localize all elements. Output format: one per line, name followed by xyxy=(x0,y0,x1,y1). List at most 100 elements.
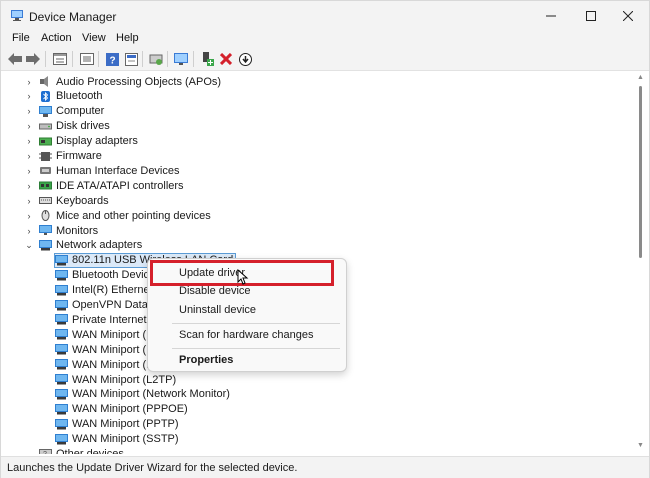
tree-category-row[interactable]: › Audio Processing Objects (APOs) xyxy=(25,74,222,89)
tree-category-label: Firmware xyxy=(56,150,102,162)
tree-category-row[interactable]: › Computer xyxy=(25,104,105,119)
menu-separator xyxy=(172,348,340,349)
tree-category-row[interactable]: › Display adapters xyxy=(27,134,138,149)
menu-item-uninstall-device[interactable]: Uninstall device xyxy=(179,304,256,316)
menu-action[interactable]: Action xyxy=(41,32,72,44)
update-driver-button[interactable] xyxy=(237,51,253,67)
menu-item-scan-hardware[interactable]: Scan for hardware changes xyxy=(179,329,314,341)
network-adapter-row[interactable]: WAN Miniport (I xyxy=(55,327,149,342)
show-hidden-icon xyxy=(124,52,138,66)
network-icon xyxy=(55,344,68,355)
back-button[interactable] xyxy=(7,51,23,67)
tree-category-row[interactable]: › Human Interface Devices xyxy=(27,163,180,178)
network-adapter-row[interactable]: WAN Miniport (L2TP) xyxy=(55,372,176,387)
list-view-button[interactable] xyxy=(79,51,95,67)
menu-view[interactable]: View xyxy=(82,32,106,44)
chevron-right-icon[interactable]: › xyxy=(25,151,33,161)
scan-hardware-icon xyxy=(149,54,163,65)
tree-category-row[interactable]: › Firmware xyxy=(27,149,102,164)
svg-text:?: ? xyxy=(109,55,115,66)
chevron-right-icon[interactable]: › xyxy=(25,196,33,206)
update-driver-icon xyxy=(238,52,252,66)
tree-category-label: Disk drives xyxy=(56,120,110,133)
menu-item-properties[interactable]: Properties xyxy=(179,354,233,366)
network-adapter-row[interactable]: WAN Miniport (PPPOE) xyxy=(55,402,188,417)
network-adapter-row[interactable]: OpenVPN Data C xyxy=(55,298,159,313)
toolbar: ? xyxy=(1,47,649,71)
device-manager-app-icon xyxy=(11,10,23,21)
monitor-icon xyxy=(174,52,188,65)
mouse-icon xyxy=(41,210,50,222)
network-adapter-row[interactable]: WAN Miniport (Network Monitor) xyxy=(55,387,230,402)
network-adapter-label: WAN Miniport (Network Monitor) xyxy=(72,388,230,401)
chevron-down-icon[interactable]: ⌄ xyxy=(25,449,33,455)
tree-category-row[interactable]: ⌄? Other devices xyxy=(25,447,124,455)
status-text: Launches the Update Driver Wizard for th… xyxy=(7,462,298,474)
scroll-down-icon[interactable]: ▼ xyxy=(637,442,644,449)
computer-icon xyxy=(39,105,52,117)
tree-category-row[interactable]: › Mice and other pointing devices xyxy=(27,208,211,223)
network-adapter-row[interactable]: WAN Miniport (I xyxy=(55,342,149,357)
network-icon xyxy=(55,374,68,385)
monitor-button[interactable] xyxy=(173,51,189,67)
firmware-icon xyxy=(39,151,52,161)
tree-category-row[interactable]: › Bluetooth xyxy=(25,89,103,104)
network-adapter-row[interactable]: WAN Miniport (I xyxy=(55,357,149,372)
network-adapter-row[interactable]: Bluetooth Device xyxy=(55,268,155,283)
minimize-icon xyxy=(546,15,556,17)
chevron-right-icon[interactable]: › xyxy=(25,77,33,87)
network-icon xyxy=(39,239,52,251)
chevron-right-icon[interactable]: › xyxy=(25,136,33,146)
tree-category-label: Computer xyxy=(56,105,105,118)
network-icon xyxy=(55,433,68,445)
network-adapter-row[interactable]: WAN Miniport (PPTP) xyxy=(55,417,179,432)
vertical-scrollbar[interactable]: ▲ ▼ xyxy=(633,72,649,454)
close-button[interactable] xyxy=(606,1,650,31)
tree-category-label: IDE ATA/ATAPI controllers xyxy=(56,179,184,192)
window-title: Device Manager xyxy=(29,10,117,24)
tree-category-label: Keyboards xyxy=(56,194,109,207)
network-adapter-row[interactable]: Private Internet A xyxy=(55,312,156,327)
tree-category-row[interactable]: › Monitors xyxy=(25,223,99,238)
network-adapter-row[interactable]: Intel(R) Ethernet xyxy=(55,283,153,298)
title-bar: Device Manager xyxy=(1,1,649,31)
tree-category-row[interactable]: › Keyboards xyxy=(27,193,109,208)
chevron-right-icon[interactable]: › xyxy=(25,106,33,116)
forward-button[interactable] xyxy=(25,51,41,67)
network-icon xyxy=(55,388,68,400)
properties-view-button[interactable] xyxy=(52,51,68,67)
menu-bar: File Action View Help xyxy=(1,31,649,47)
chevron-right-icon[interactable]: › xyxy=(25,181,33,191)
show-hidden-button[interactable] xyxy=(123,51,139,67)
uninstall-button[interactable] xyxy=(218,51,234,67)
network-icon xyxy=(55,269,68,281)
scan-hardware-button[interactable] xyxy=(148,51,164,67)
list-view-icon xyxy=(80,53,94,65)
add-driver-button[interactable] xyxy=(199,51,215,67)
tree-category-row[interactable]: › Disk drives xyxy=(27,119,110,134)
tree-category-row[interactable]: › IDE ATA/ATAPI controllers xyxy=(27,178,184,193)
help-button[interactable]: ? xyxy=(104,51,120,67)
other-devices-icon: ? xyxy=(39,448,52,454)
menu-item-disable-device[interactable]: Disable device xyxy=(179,285,251,297)
toolbar-separator xyxy=(193,51,194,67)
network-adapter-row[interactable]: WAN Miniport (SSTP) xyxy=(55,432,179,447)
chevron-down-icon[interactable]: ⌄ xyxy=(25,240,33,251)
chevron-right-icon[interactable]: › xyxy=(25,91,33,101)
chevron-right-icon[interactable]: › xyxy=(25,166,33,176)
device-manager-window: Device Manager File Action View Help ? ›… xyxy=(0,0,650,478)
chevron-right-icon[interactable]: › xyxy=(25,121,33,131)
bluetooth-icon xyxy=(41,90,50,102)
scroll-up-icon[interactable]: ▲ xyxy=(637,74,644,81)
chevron-right-icon[interactable]: › xyxy=(25,226,33,236)
network-adapter-label: WAN Miniport (PPTP) xyxy=(72,418,179,431)
scroll-thumb[interactable] xyxy=(639,86,642,258)
tree-category-row[interactable]: ⌄ Network adapters xyxy=(25,238,142,253)
tree-category-label: Bluetooth xyxy=(56,90,103,103)
toolbar-separator xyxy=(45,51,46,67)
minimize-button[interactable] xyxy=(529,1,573,31)
menu-file[interactable]: File xyxy=(12,32,30,44)
menu-help[interactable]: Help xyxy=(116,32,139,44)
chevron-right-icon[interactable]: › xyxy=(25,211,33,221)
menu-separator xyxy=(172,323,340,324)
